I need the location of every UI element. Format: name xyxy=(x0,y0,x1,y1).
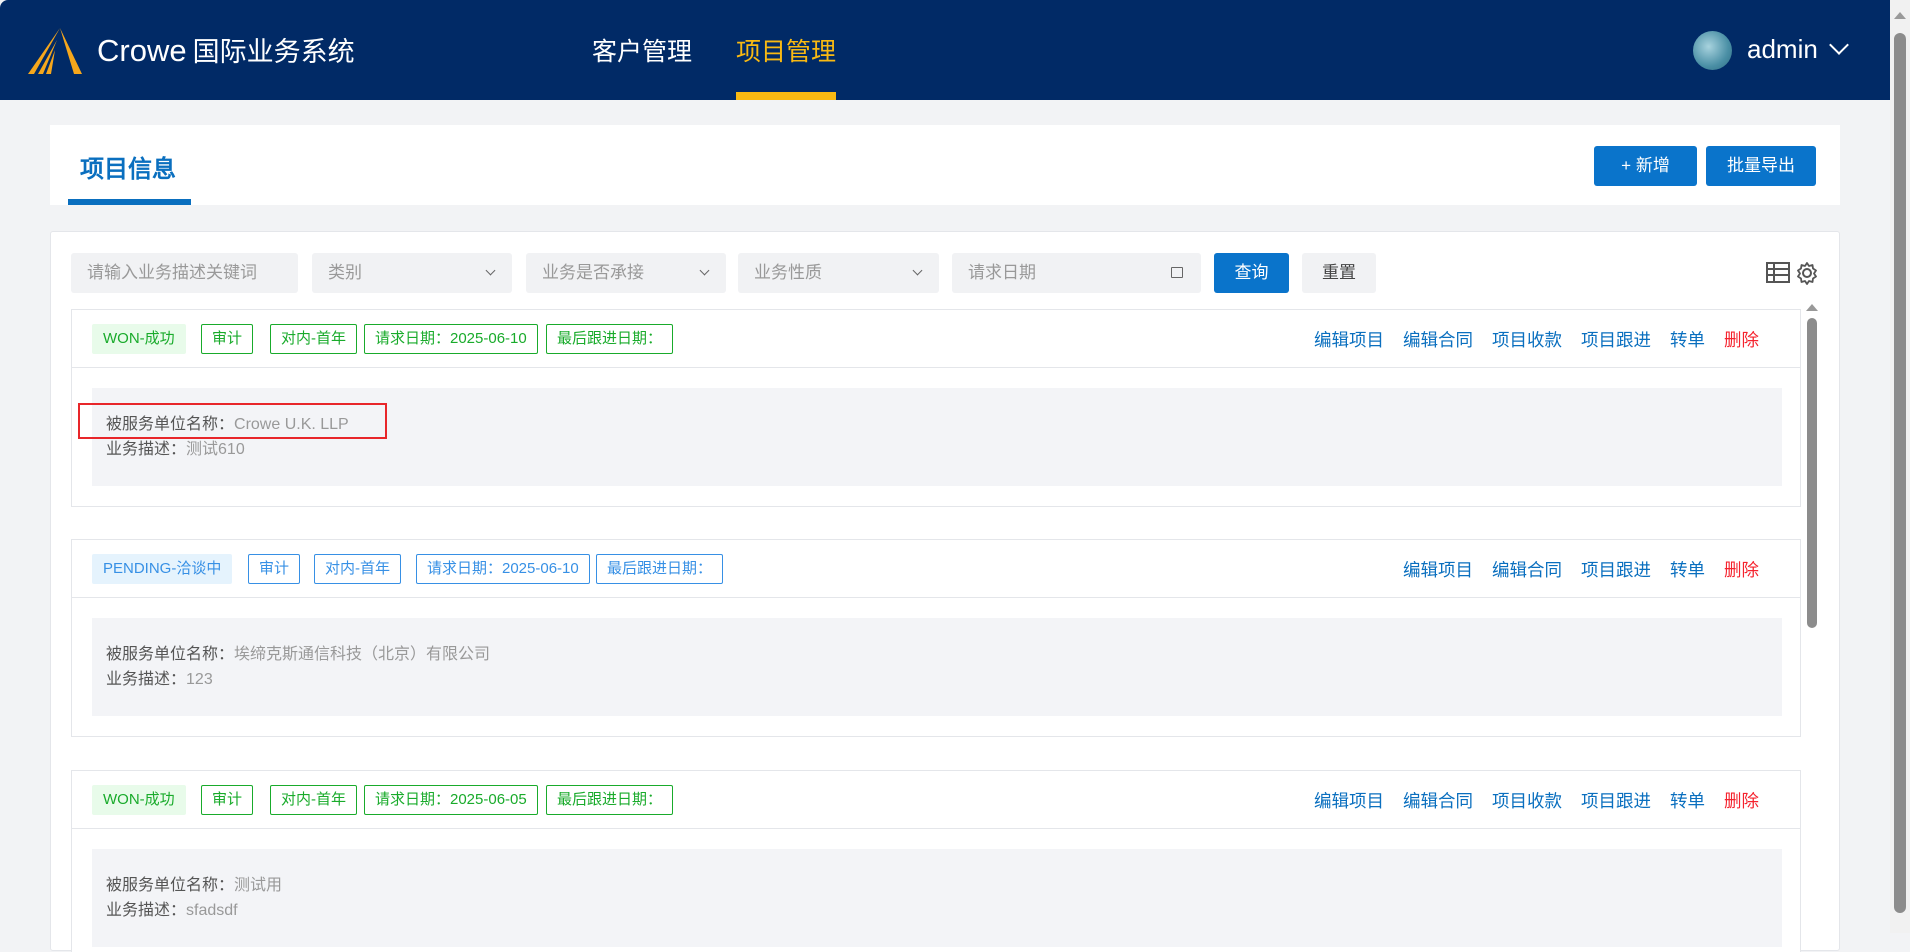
type-tag: 审计 xyxy=(248,554,301,584)
add-button[interactable]: + 新增 xyxy=(1594,146,1697,186)
scrollbar-thumb[interactable] xyxy=(1894,33,1906,913)
project-payment-link[interactable]: 项目收款 xyxy=(1492,791,1562,811)
page-header-card: 项目信息 + 新增 批量导出 xyxy=(50,125,1840,205)
card-header: WON-成功 审计 对内-首年 请求日期：2025-06-05 最后跟进日期： … xyxy=(72,771,1800,829)
user-name[interactable]: admin xyxy=(1747,34,1818,65)
accepted-select[interactable]: 业务是否承接 xyxy=(526,253,726,293)
page-scrollbar[interactable] xyxy=(1890,0,1910,933)
last-follow-tag: 最后跟进日期： xyxy=(546,785,674,815)
client-label: 被服务单位名称： xyxy=(106,877,235,894)
project-follow-link[interactable]: 项目跟进 xyxy=(1581,791,1651,811)
edit-contract-link[interactable]: 编辑合同 xyxy=(1403,330,1473,350)
card-actions: 编辑项目 编辑合同 项目收款 项目跟进 转单 删除 xyxy=(1295,788,1759,813)
client-label: 被服务单位名称： xyxy=(106,646,235,663)
calendar-icon xyxy=(1171,267,1183,278)
scope-tag: 对内-首年 xyxy=(270,324,357,354)
last-follow-tag: 最后跟进日期： xyxy=(546,324,674,354)
nav-project-management[interactable]: 项目管理 xyxy=(736,0,837,100)
chevron-down-icon xyxy=(912,265,923,276)
delete-link[interactable]: 删除 xyxy=(1724,791,1759,811)
status-badge: WON-成功 xyxy=(92,785,186,815)
edit-contract-link[interactable]: 编辑合同 xyxy=(1492,560,1562,580)
project-card: WON-成功 审计 对内-首年 请求日期：2025-06-10 最后跟进日期： … xyxy=(71,309,1801,507)
desc-label: 业务描述： xyxy=(106,902,187,919)
scrollbar-thumb[interactable] xyxy=(1807,318,1817,628)
request-date-tag: 请求日期：2025-06-05 xyxy=(364,785,538,815)
table-view-icon[interactable] xyxy=(1766,262,1790,284)
desc-label: 业务描述： xyxy=(106,671,187,688)
request-date-tag: 请求日期：2025-06-10 xyxy=(364,324,538,354)
request-date-picker[interactable]: 请求日期 xyxy=(952,253,1201,293)
transfer-link[interactable]: 转单 xyxy=(1670,330,1705,350)
project-card: WON-成功 审计 对内-首年 请求日期：2025-06-05 最后跟进日期： … xyxy=(71,770,1801,952)
project-follow-link[interactable]: 项目跟进 xyxy=(1581,330,1651,350)
client-name: 测试用 xyxy=(234,877,283,894)
edit-project-link[interactable]: 编辑项目 xyxy=(1403,560,1473,580)
transfer-link[interactable]: 转单 xyxy=(1670,791,1705,811)
nav-customer-management[interactable]: 客户管理 xyxy=(592,0,692,100)
card-body: 被服务单位名称：Crowe U.K. LLP 业务描述：测试610 xyxy=(78,388,1782,486)
nature-select[interactable]: 业务性质 xyxy=(738,253,939,293)
title-underline xyxy=(68,199,191,205)
category-select[interactable]: 类别 xyxy=(312,253,512,293)
card-actions: 编辑项目 编辑合同 项目收款 项目跟进 转单 删除 xyxy=(1295,327,1759,352)
category-select-label: 类别 xyxy=(328,263,362,282)
brand-name: Crowe xyxy=(97,33,187,68)
avatar[interactable] xyxy=(1693,31,1732,70)
nature-select-label: 业务性质 xyxy=(754,263,822,282)
card-body: 被服务单位名称：埃缔克斯通信科技（北京）有限公司 业务描述：123 xyxy=(92,618,1782,716)
project-payment-link[interactable]: 项目收款 xyxy=(1492,330,1562,350)
system-name: 国际业务系统 xyxy=(192,37,355,67)
card-body: 被服务单位名称：测试用 业务描述：sfadsdf xyxy=(92,849,1782,947)
desc-value: sfadsdf xyxy=(186,902,238,919)
page-title[interactable]: 项目信息 xyxy=(80,149,176,184)
client-name: 埃缔克斯通信科技（北京）有限公司 xyxy=(234,646,491,663)
project-card: PENDING-洽谈中 审计 对内-首年 请求日期：2025-06-10 最后跟… xyxy=(71,539,1801,737)
status-badge: PENDING-洽谈中 xyxy=(92,554,233,584)
accepted-select-label: 业务是否承接 xyxy=(542,263,644,282)
desc-value: 测试610 xyxy=(186,441,245,458)
request-date-tag: 请求日期：2025-06-10 xyxy=(416,554,590,584)
status-badge: WON-成功 xyxy=(92,324,186,354)
app-title: Crowe 国际业务系统 xyxy=(97,30,355,69)
keyword-search-input[interactable]: 请输入业务描述关键词 xyxy=(71,253,298,293)
card-header: PENDING-洽谈中 审计 对内-首年 请求日期：2025-06-10 最后跟… xyxy=(72,540,1800,598)
desc-label: 业务描述： xyxy=(106,441,187,458)
scroll-up-icon[interactable] xyxy=(1806,304,1818,311)
type-tag: 审计 xyxy=(201,324,254,354)
project-follow-link[interactable]: 项目跟进 xyxy=(1581,560,1651,580)
card-actions: 编辑项目 编辑合同 项目跟进 转单 删除 xyxy=(1384,557,1759,582)
chevron-down-icon[interactable] xyxy=(1829,35,1849,55)
chevron-down-icon xyxy=(699,265,710,276)
scope-tag: 对内-首年 xyxy=(270,785,357,815)
delete-link[interactable]: 删除 xyxy=(1724,560,1759,580)
edit-contract-link[interactable]: 编辑合同 xyxy=(1403,791,1473,811)
type-tag: 审计 xyxy=(201,785,254,815)
last-follow-tag: 最后跟进日期： xyxy=(596,554,724,584)
reset-button[interactable]: 重置 xyxy=(1302,253,1376,293)
scope-tag: 对内-首年 xyxy=(314,554,401,584)
chevron-down-icon xyxy=(485,265,496,276)
transfer-link[interactable]: 转单 xyxy=(1670,560,1705,580)
edit-project-link[interactable]: 编辑项目 xyxy=(1314,330,1384,350)
delete-link[interactable]: 删除 xyxy=(1724,330,1759,350)
project-list: WON-成功 审计 对内-首年 请求日期：2025-06-10 最后跟进日期： … xyxy=(71,302,1821,952)
card-header: WON-成功 审计 对内-首年 请求日期：2025-06-10 最后跟进日期： … xyxy=(72,310,1800,368)
scroll-up-icon[interactable] xyxy=(1894,12,1906,19)
list-scrollbar[interactable] xyxy=(1805,302,1819,952)
highlight-box xyxy=(78,403,387,439)
date-placeholder: 请求日期 xyxy=(968,263,1036,282)
batch-export-button[interactable]: 批量导出 xyxy=(1706,146,1816,186)
query-button[interactable]: 查询 xyxy=(1214,253,1289,293)
edit-project-link[interactable]: 编辑项目 xyxy=(1314,791,1384,811)
top-header: Crowe 国际业务系统 客户管理 项目管理 admin xyxy=(0,0,1890,100)
desc-value: 123 xyxy=(186,671,213,688)
gear-icon[interactable] xyxy=(1795,261,1819,285)
project-list-panel: 请输入业务描述关键词 类别 业务是否承接 业务性质 请求日期 查询 重置 WON… xyxy=(50,231,1840,952)
crowe-logo-icon xyxy=(28,28,82,74)
